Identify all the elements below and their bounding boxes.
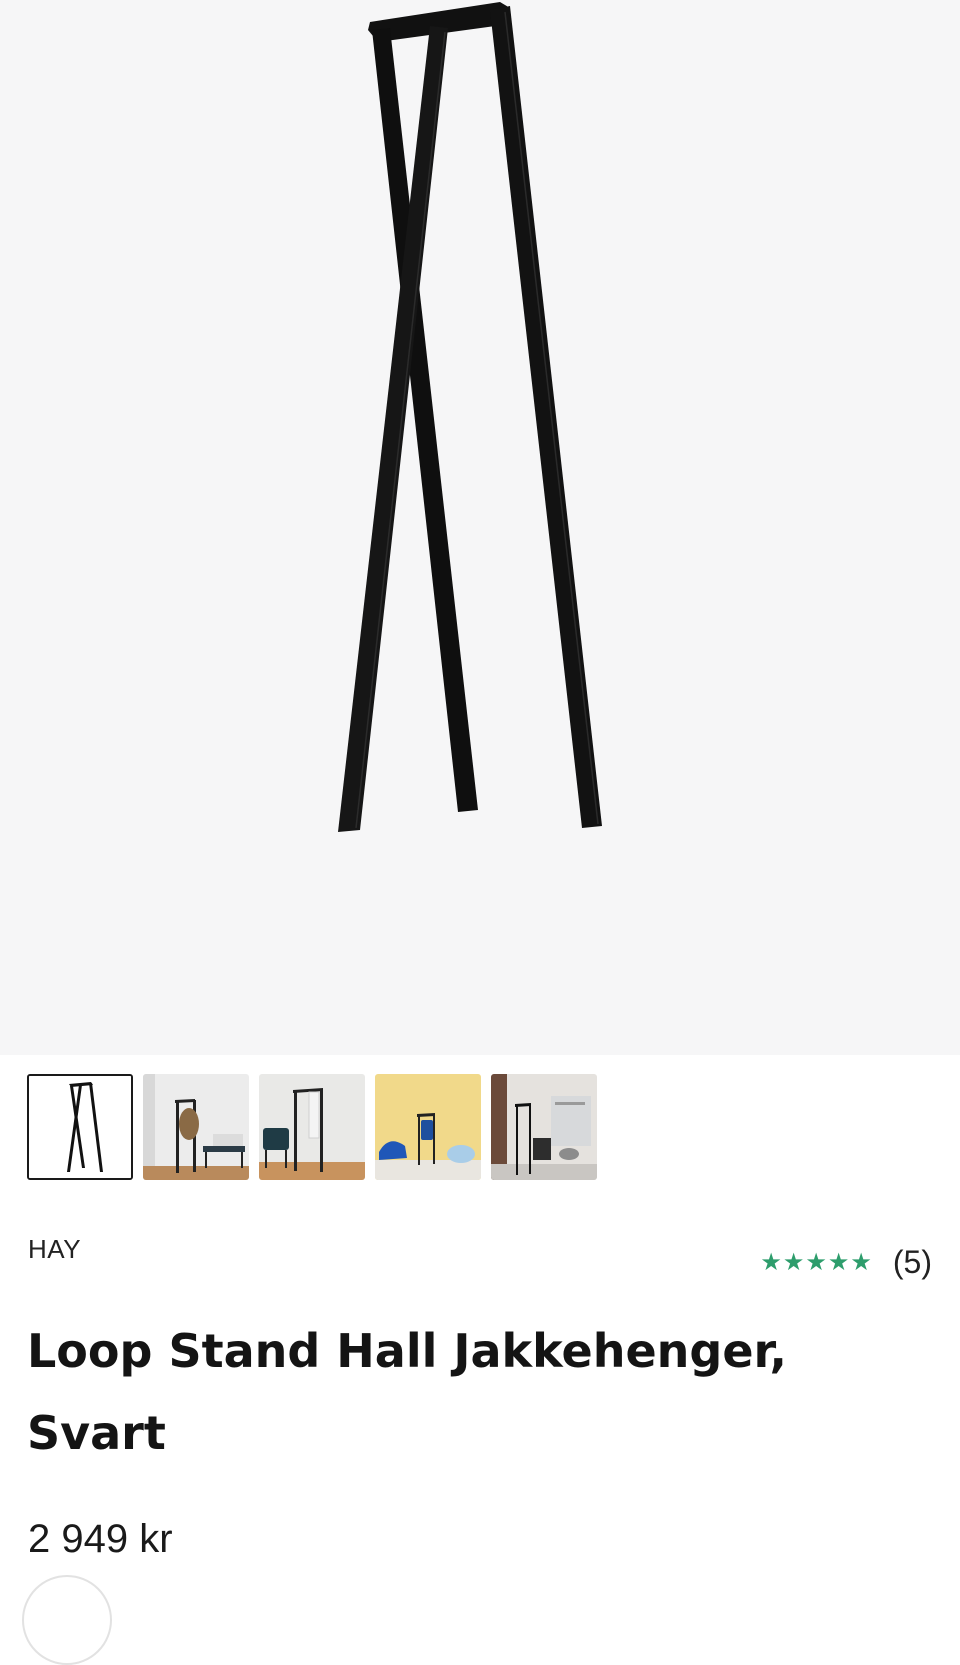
brand-name[interactable]: HAY [28, 1234, 81, 1265]
product-title: Loop Stand Hall Jakkehenger, Svart [27, 1324, 787, 1460]
thumbnail-4[interactable] [375, 1074, 481, 1180]
thumbnail-1[interactable] [27, 1074, 133, 1180]
coat-stand-image [338, 2, 602, 832]
product-price: 2 949 kr [28, 1517, 173, 1561]
thumbnail-strip [27, 1074, 597, 1180]
thumbnail-3[interactable] [259, 1074, 365, 1180]
thumbnail-2[interactable] [143, 1074, 249, 1180]
thumbnail-5[interactable] [491, 1074, 597, 1180]
product-main-image[interactable] [0, 0, 960, 1055]
star-rating-icons: ★★★★★ [760, 1249, 873, 1276]
review-count: (5) [892, 1244, 932, 1280]
color-swatch[interactable] [22, 1575, 112, 1665]
rating[interactable]: ★★★★★ (5) [760, 1244, 932, 1281]
